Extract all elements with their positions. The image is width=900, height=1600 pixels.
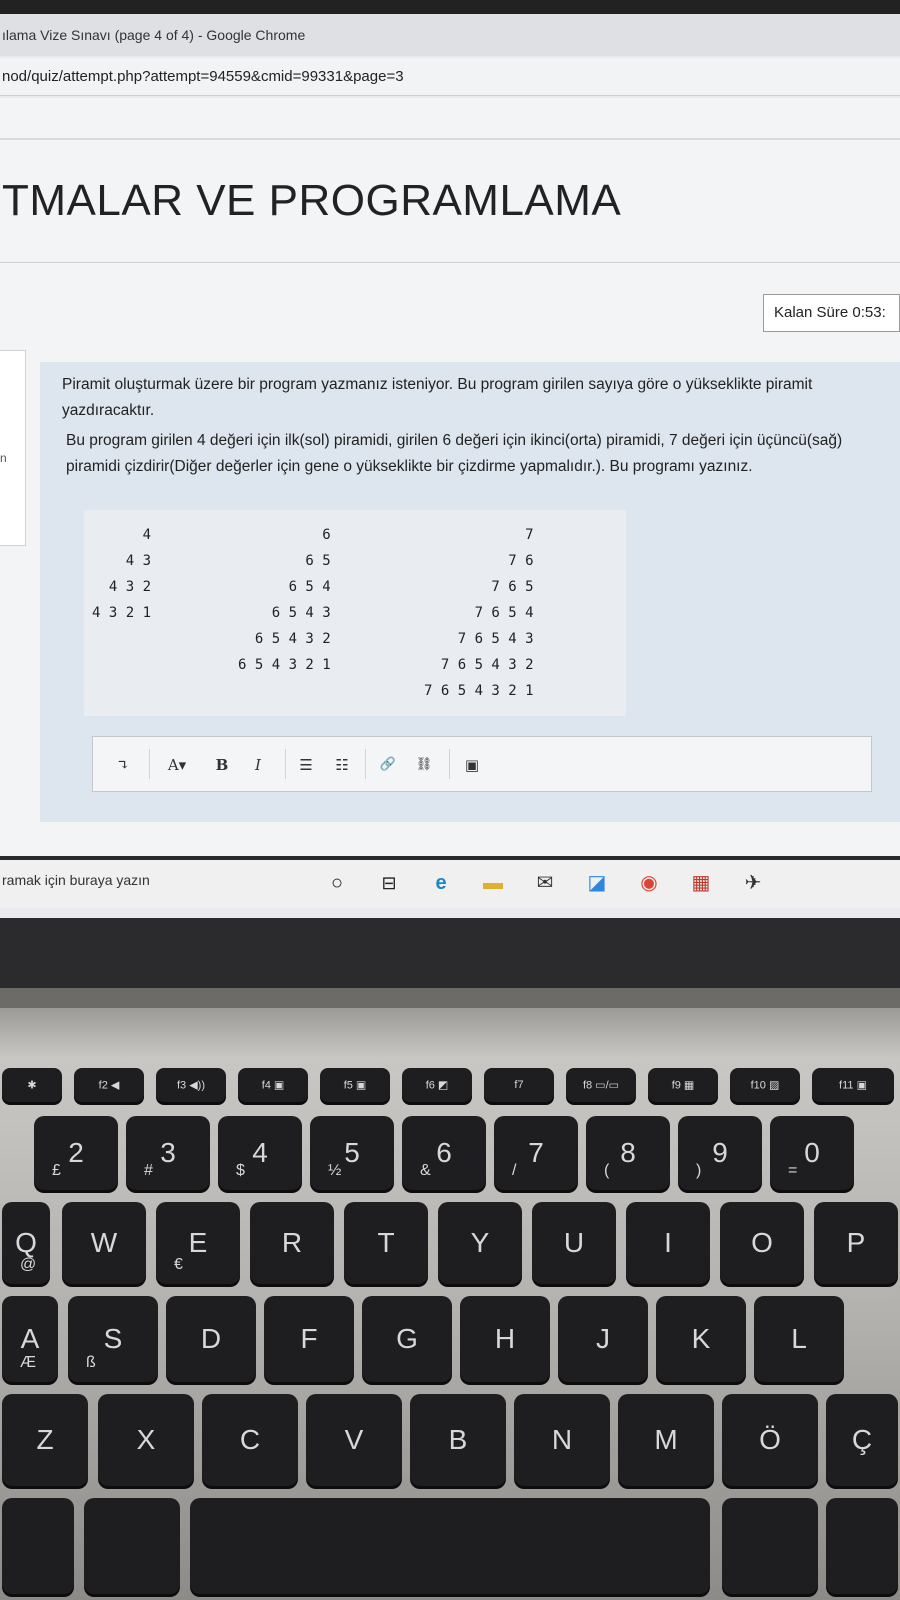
- pyramid-middle: 6 6 5 6 5 4 6 5 4 3 6 5 4 3 2 6 5 4 3 2 …: [238, 527, 331, 673]
- key-b: B: [410, 1394, 506, 1486]
- font-style-button[interactable]: A▾: [159, 751, 195, 779]
- key-f9: f9 ▦: [648, 1068, 718, 1102]
- key-v: V: [306, 1394, 402, 1486]
- key-d: D: [166, 1296, 256, 1382]
- mail-icon[interactable]: ✉: [532, 870, 558, 896]
- key-h: H: [460, 1296, 550, 1382]
- pyramid-right: 7 7 6 7 6 5 7 6 5 4 7 6 5 4 3 7 6 5 4 3 …: [424, 527, 534, 699]
- question-box: Piramit oluşturmak üzere bir program yaz…: [40, 362, 900, 822]
- key-ctrl: [2, 1498, 74, 1594]
- key-f: F: [264, 1296, 354, 1382]
- key-4: 4 $: [218, 1116, 302, 1190]
- key-9: 9): [678, 1116, 762, 1190]
- key-r: R: [250, 1202, 334, 1284]
- key-f11: f11 ▣: [812, 1068, 894, 1102]
- pyramid-examples: 4 4 3 4 3 2 4 3 2 1 6 6 5 6 5 4 6 5 4 3 …: [84, 510, 626, 716]
- key-6: 6 &: [402, 1116, 486, 1190]
- key-0: 0 =: [770, 1116, 854, 1190]
- key-u: U: [532, 1202, 616, 1284]
- key-z: Z: [2, 1394, 88, 1486]
- screen: ılama Vize Sınavı (page 4 of 4) - Google…: [0, 14, 900, 918]
- expand-toolbar-button[interactable]: ↴: [111, 751, 135, 779]
- key-ctrl-right: [826, 1498, 898, 1594]
- key-o-umlaut: Ö: [722, 1394, 818, 1486]
- unlink-icon[interactable]: ⛓: [411, 751, 437, 779]
- key-o: O: [720, 1202, 804, 1284]
- key-x: X: [98, 1394, 194, 1486]
- pinned-app-icon[interactable]: ✈: [740, 870, 766, 896]
- key-f3: f3 ◀)): [156, 1068, 226, 1102]
- key-w: W: [62, 1202, 146, 1284]
- key-k: K: [656, 1296, 746, 1382]
- key-f5: f5 ▣: [320, 1068, 390, 1102]
- app-icon[interactable]: ◪: [584, 870, 610, 896]
- question-text-2: Bu program girilen 4 değeri için ilk(sol…: [66, 432, 843, 475]
- panel-text: n: [0, 451, 7, 465]
- key-5: 5½: [310, 1116, 394, 1190]
- key-win: [84, 1498, 180, 1594]
- key-f8: f8 ▭/▭: [566, 1068, 636, 1102]
- address-bar[interactable]: nod/quiz/attempt.php?attempt=94559&cmid=…: [0, 58, 900, 96]
- key-f10: f10 ▨: [730, 1068, 800, 1102]
- key-i: I: [626, 1202, 710, 1284]
- key-f7: f7: [484, 1068, 554, 1102]
- key-y: Y: [438, 1202, 522, 1284]
- quiz-page: TMALAR VE PROGRAMLAMA Kalan Süre 0:53: n…: [0, 98, 900, 870]
- image-icon[interactable]: ▣: [459, 751, 485, 779]
- cortana-icon[interactable]: ○: [324, 870, 350, 896]
- key-f2: f2 ◀: [74, 1068, 144, 1102]
- key-j: J: [558, 1296, 648, 1382]
- bold-button[interactable]: B: [211, 751, 233, 779]
- key-s: Sß: [68, 1296, 158, 1382]
- header-divider: [0, 262, 900, 263]
- numbered-list-icon[interactable]: ☷: [329, 751, 355, 779]
- file-explorer-icon[interactable]: ▬: [480, 870, 506, 896]
- key-f6: f6 ◩: [402, 1068, 472, 1102]
- answer-editor-toolbar: ↴ A▾ B I ☰ ☷ 🔗 ⛓ ▣: [92, 736, 872, 792]
- task-view-icon[interactable]: ⊟: [376, 870, 402, 896]
- key-m: M: [618, 1394, 714, 1486]
- windows-taskbar: ramak için buraya yazın ○ ⊟ e ▬ ✉ ◪ ◉ ▦ …: [0, 856, 900, 908]
- key-2: 2 £: [34, 1116, 118, 1190]
- key-n: N: [514, 1394, 610, 1486]
- page-title: TMALAR VE PROGRAMLAMA: [2, 176, 622, 225]
- office-icon[interactable]: ▦: [688, 870, 714, 896]
- key-e: E €: [156, 1202, 240, 1284]
- chrome-icon[interactable]: ◉: [636, 870, 662, 896]
- time-remaining-badge: Kalan Süre 0:53:: [763, 294, 900, 332]
- pyramid-left: 4 4 3 4 3 2 4 3 2 1: [92, 527, 152, 621]
- key-c: C: [202, 1394, 298, 1486]
- key-3: 3 #: [126, 1116, 210, 1190]
- bullet-list-icon[interactable]: ☰: [293, 751, 319, 779]
- monitor-bezel: [0, 0, 900, 14]
- key-f1: ✱: [2, 1068, 62, 1102]
- link-icon[interactable]: 🔗: [375, 751, 401, 779]
- laptop-keyboard: ✱ f2 ◀ f3 ◀)) f4 ▣ f5 ▣ f6 ◩ f7 f8 ▭/▭ f…: [0, 918, 900, 1600]
- italic-button[interactable]: I: [247, 751, 269, 779]
- key-t: T: [344, 1202, 428, 1284]
- key-space: [190, 1498, 710, 1594]
- key-q: Q @: [2, 1202, 50, 1284]
- key-g: G: [362, 1296, 452, 1382]
- laptop-hinge: [0, 988, 900, 1008]
- key-f4: f4 ▣: [238, 1068, 308, 1102]
- quiz-navigation-panel[interactable]: n: [0, 350, 26, 546]
- nav-strip: [0, 138, 900, 140]
- key-7: 7/: [494, 1116, 578, 1190]
- key-altgr: [722, 1498, 818, 1594]
- key-8: 8(: [586, 1116, 670, 1190]
- taskbar-search-input[interactable]: ramak için buraya yazın: [2, 872, 150, 888]
- key-a: AÆ: [2, 1296, 58, 1382]
- edge-browser-icon[interactable]: e: [428, 870, 454, 896]
- key-p: P: [814, 1202, 898, 1284]
- key-l: L: [754, 1296, 844, 1382]
- window-title: ılama Vize Sınavı (page 4 of 4) - Google…: [0, 14, 900, 56]
- question-text-1: Piramit oluşturmak üzere bir program yaz…: [62, 376, 813, 419]
- key-c-cedilla: Ç: [826, 1394, 898, 1486]
